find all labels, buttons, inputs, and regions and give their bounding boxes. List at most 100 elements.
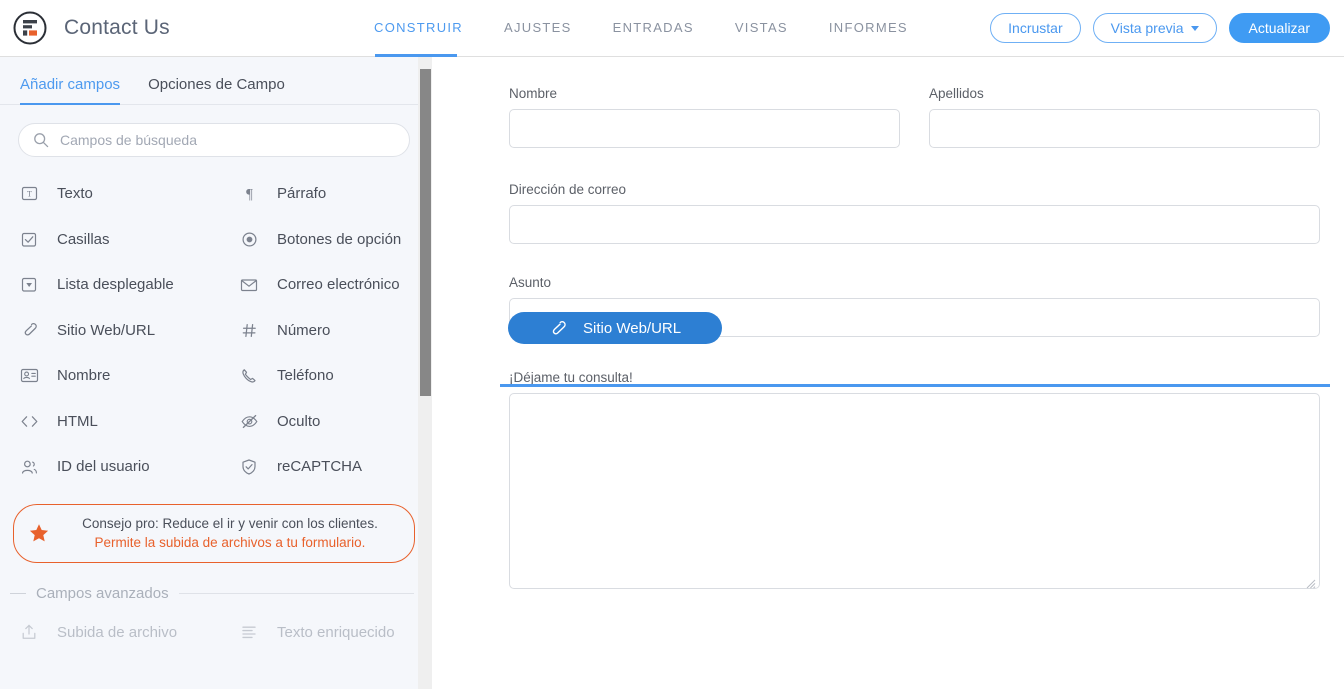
- advanced-fields-header: Campos avanzados: [0, 563, 432, 610]
- sidebar-tab-add-fields[interactable]: Añadir campos: [20, 76, 121, 105]
- form-title: Contact Us: [64, 16, 170, 39]
- field-type-label: Teléfono: [277, 367, 334, 385]
- pro-tip-message: Consejo pro: Reduce el ir y venir con lo…: [82, 515, 378, 531]
- field-type-label: Botones de opción: [277, 230, 402, 248]
- field-type-list: T Texto ¶ Párrafo Casillas Botones de op…: [0, 157, 432, 490]
- search-input[interactable]: [60, 132, 395, 148]
- apellidos-input[interactable]: [929, 109, 1320, 148]
- embed-button-label: Incrustar: [1008, 20, 1063, 36]
- eye-off-icon: [238, 410, 260, 432]
- sidebar-tab-field-options[interactable]: Opciones de Campo: [148, 76, 285, 104]
- field-type-subida-archivo[interactable]: Subida de archivo: [0, 610, 220, 656]
- field-type-label: Párrafo: [277, 185, 327, 203]
- pro-tip-link[interactable]: Permite la subida de archivos a tu formu…: [95, 535, 366, 550]
- upload-icon: [18, 621, 40, 643]
- nav-tab-vistas[interactable]: VISTAS: [735, 0, 788, 56]
- drag-preview-sitio-web-url[interactable]: Sitio Web/URL: [508, 312, 722, 344]
- form-field-apellidos: Apellidos: [929, 86, 1320, 148]
- field-type-label: Número: [277, 321, 331, 339]
- advanced-field-list: Subida de archivo Texto enriquecido: [0, 610, 432, 656]
- pro-tip-text: Consejo pro: Reduce el ir y venir con lo…: [62, 514, 398, 552]
- search-box[interactable]: [18, 123, 410, 157]
- field-type-casillas[interactable]: Casillas: [0, 217, 220, 263]
- field-type-lista-desplegable[interactable]: Lista desplegable: [0, 262, 220, 308]
- nav-tab-construir[interactable]: CONSTRUIR: [374, 0, 463, 56]
- field-type-oculto[interactable]: Oculto: [220, 399, 432, 445]
- field-type-telefono[interactable]: Teléfono: [220, 353, 432, 399]
- sidebar-scrollbar[interactable]: [418, 57, 432, 689]
- field-type-label: Subida de archivo: [57, 623, 178, 641]
- drag-preview-label: Sitio Web/URL: [583, 319, 682, 337]
- search-area: [0, 105, 432, 157]
- field-type-label: Lista desplegable: [57, 276, 174, 294]
- form-field-label: Dirección de correo: [509, 182, 627, 197]
- dropdown-icon: [18, 274, 40, 296]
- chevron-down-icon: [1190, 25, 1199, 31]
- update-button-label: Actualizar: [1248, 20, 1310, 36]
- divider-dash: [10, 592, 26, 594]
- shield-check-icon: [238, 456, 260, 478]
- field-type-nombre[interactable]: Nombre: [0, 353, 220, 399]
- mensaje-textarea[interactable]: [509, 393, 1320, 589]
- field-type-texto[interactable]: T Texto: [0, 171, 220, 217]
- field-type-label: Sitio Web/URL: [57, 321, 156, 339]
- form-row-name: Nombre Apellidos: [509, 86, 1320, 148]
- nav-tab-entradas[interactable]: ENTRADAS: [613, 0, 694, 56]
- email-icon: [238, 274, 260, 296]
- sidebar-scrollbar-thumb[interactable]: [420, 69, 431, 396]
- field-type-parrafo[interactable]: ¶ Párrafo: [220, 171, 432, 217]
- code-icon: [18, 410, 40, 432]
- email-input[interactable]: [509, 205, 1320, 244]
- nav-tab-informes[interactable]: INFORMES: [829, 0, 908, 56]
- field-type-label: reCAPTCHA: [277, 458, 363, 476]
- field-type-botones-opcion[interactable]: Botones de opción: [220, 217, 432, 263]
- users-icon: [18, 456, 40, 478]
- svg-text:T: T: [27, 190, 32, 199]
- field-type-label: HTML: [57, 412, 98, 430]
- preview-button[interactable]: Vista previa: [1092, 13, 1217, 43]
- hash-icon: [238, 319, 260, 341]
- field-type-label: Oculto: [277, 412, 321, 430]
- main-nav: CONSTRUIR AJUSTES ENTRADAS VISTAS INFORM…: [374, 0, 908, 56]
- embed-button[interactable]: Incrustar: [990, 13, 1081, 43]
- field-type-sitio-web-url[interactable]: Sitio Web/URL: [0, 308, 220, 354]
- form-builder-canvas: Nombre Apellidos Dirección de correo Asu…: [432, 57, 1344, 689]
- textarea-wrapper: [509, 393, 1320, 594]
- field-type-correo-electronico[interactable]: Correo electrónico: [220, 262, 432, 308]
- field-type-label: Texto: [57, 185, 93, 203]
- brand: Contact Us: [0, 10, 170, 46]
- fields-sidebar: Añadir campos Opciones de Campo T Texto: [0, 57, 432, 689]
- divider-rule: [178, 592, 414, 594]
- field-type-html[interactable]: HTML: [0, 399, 220, 445]
- field-type-texto-enriquecido[interactable]: Texto enriquecido: [220, 610, 432, 656]
- field-type-numero[interactable]: Número: [220, 308, 432, 354]
- nav-tab-ajustes[interactable]: AJUSTES: [504, 0, 572, 56]
- field-type-id-usuario[interactable]: ID del usuario: [0, 444, 220, 490]
- advanced-fields-title: Campos avanzados: [36, 584, 169, 602]
- field-type-label: Casillas: [57, 230, 110, 248]
- form-field-label: ¡Déjame tu consulta!: [509, 370, 633, 385]
- preview-button-label: Vista previa: [1110, 20, 1184, 36]
- header-actions: Incrustar Vista previa Actualizar: [990, 13, 1330, 43]
- nombre-input[interactable]: [509, 109, 900, 148]
- field-type-label: Texto enriquecido: [277, 623, 395, 641]
- link-icon: [18, 319, 40, 341]
- pro-tip-banner[interactable]: Consejo pro: Reduce el ir y venir con lo…: [13, 503, 415, 563]
- star-icon: [28, 522, 50, 544]
- form-field-nombre: Nombre: [509, 86, 900, 148]
- checkbox-icon: [18, 228, 40, 250]
- radio-button-icon: [238, 228, 260, 250]
- search-icon: [33, 132, 49, 148]
- sidebar-tabs: Añadir campos Opciones de Campo: [0, 57, 432, 105]
- update-button[interactable]: Actualizar: [1228, 13, 1330, 43]
- app-header: Contact Us CONSTRUIR AJUSTES ENTRADAS VI…: [0, 0, 1344, 57]
- form-field-label: Asunto: [509, 275, 552, 290]
- field-type-recaptcha[interactable]: reCAPTCHA: [220, 444, 432, 490]
- drop-indicator-line: [500, 384, 1330, 387]
- phone-icon: [238, 365, 260, 387]
- form-field-label: Nombre: [509, 86, 558, 101]
- id-card-icon: [18, 365, 40, 387]
- form-field-label: Apellidos: [929, 86, 984, 101]
- svg-text:¶: ¶: [246, 187, 253, 203]
- form-field-mensaje: ¡Déjame tu consulta!: [509, 370, 1320, 594]
